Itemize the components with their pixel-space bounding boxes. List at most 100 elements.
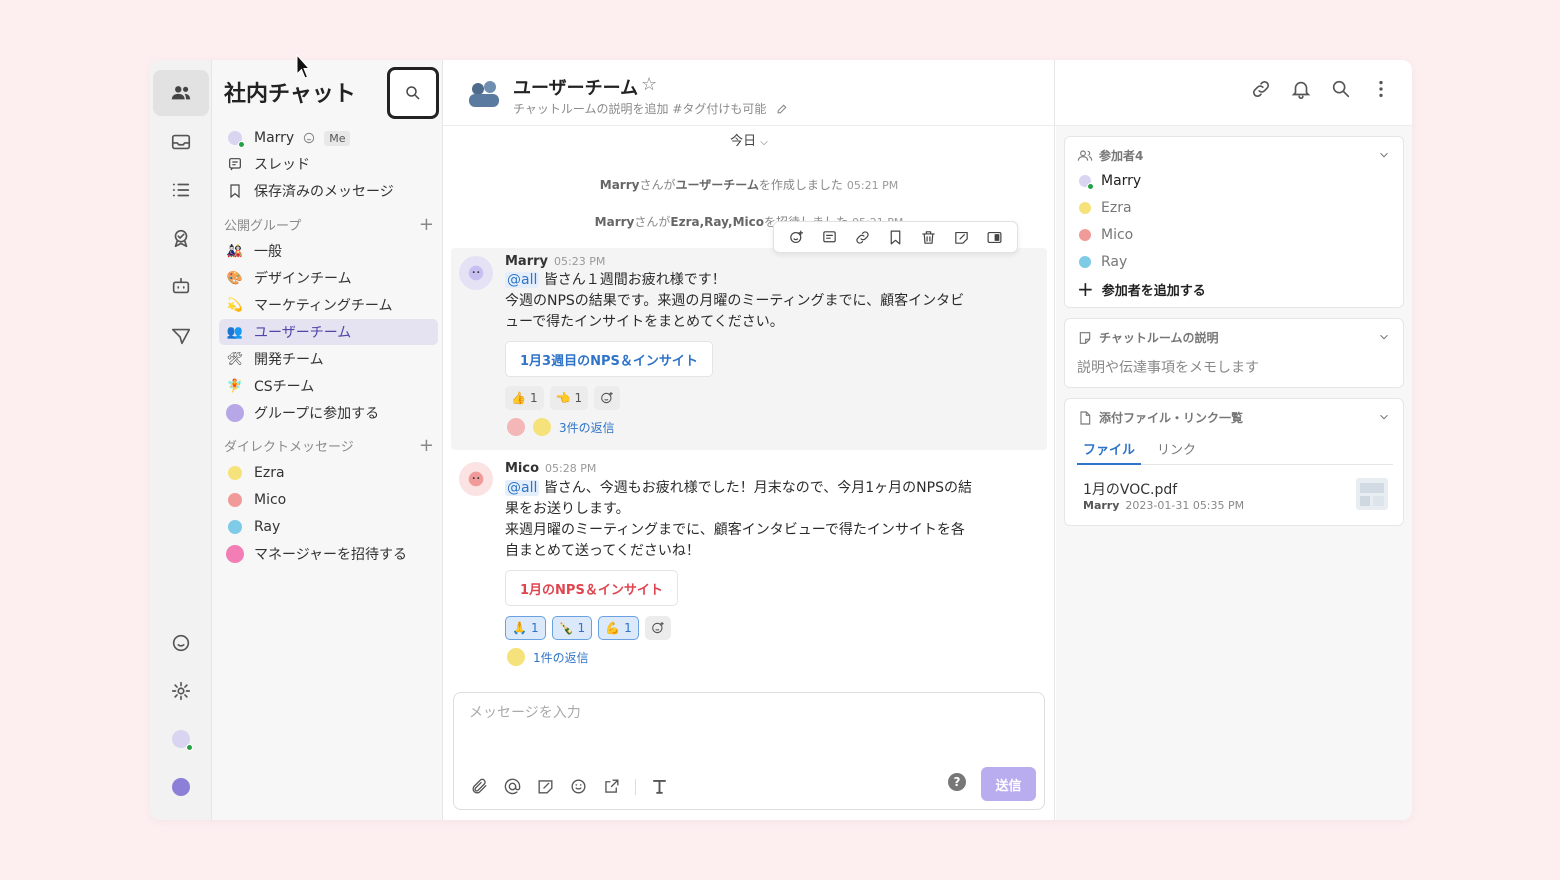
- emoji-icon[interactable]: [569, 777, 588, 796]
- rail-profile-button[interactable]: [153, 716, 209, 762]
- public-groups-title: 公開グループ: [224, 219, 302, 234]
- message-author[interactable]: Mico 05:28 PM: [505, 461, 596, 476]
- link-icon: [1252, 80, 1270, 98]
- search-icon: [406, 86, 420, 100]
- link-icon[interactable]: [854, 229, 871, 246]
- reaction-bottle[interactable]: 🍾 1: [551, 616, 593, 640]
- sidebar-item-invite-manager[interactable]: マネージャーを招待する: [219, 541, 438, 567]
- member-item[interactable]: Ezra: [1079, 200, 1132, 216]
- channel-description[interactable]: チャットルームの説明を追加 #タグ付けも可能: [513, 100, 789, 117]
- description-panel: チャットルームの説明 説明や伝達事項をメモします: [1064, 318, 1404, 388]
- sidebar-item-group[interactable]: 🛠 開発チーム: [219, 346, 438, 372]
- reply-thread-icon[interactable]: [821, 229, 838, 246]
- message-avatar[interactable]: [459, 256, 493, 290]
- thread-replies-link[interactable]: 3件の返信: [507, 418, 615, 436]
- add-reaction-button[interactable]: [594, 386, 621, 410]
- reaction-muscle[interactable]: 💪 1: [598, 616, 639, 640]
- member-item[interactable]: Mico: [1079, 227, 1133, 243]
- member-avatar: [1079, 175, 1094, 190]
- notification-button[interactable]: [1290, 78, 1312, 104]
- description-placeholder[interactable]: 説明や伝達事項をメモします: [1077, 357, 1259, 377]
- sidebar-search-button[interactable]: [387, 67, 439, 119]
- saved-label: 保存済みのメッセージ: [254, 184, 394, 200]
- sidebar-item-join-group[interactable]: グループに参加する: [219, 400, 438, 426]
- group-label: 一般: [254, 244, 282, 260]
- sidebar-item-me[interactable]: Marry Me: [219, 125, 438, 151]
- add-dm-button[interactable]: +: [419, 436, 434, 455]
- note-edit-icon[interactable]: [953, 229, 970, 246]
- rail-settings-button[interactable]: [153, 668, 209, 714]
- member-item[interactable]: Marry: [1079, 173, 1141, 190]
- text-format-icon[interactable]: [650, 777, 669, 796]
- at-mention-icon[interactable]: [503, 777, 522, 796]
- reaction-point[interactable]: 👈 1: [549, 386, 589, 410]
- member-name: Ray: [1101, 254, 1128, 270]
- members-header[interactable]: 参加者4: [1077, 147, 1143, 164]
- sidebar-item-group[interactable]: 🧚 CSチーム: [219, 373, 438, 399]
- rail-badge-button[interactable]: [153, 215, 209, 261]
- reaction-thumbs-up[interactable]: 👍 1: [505, 386, 544, 410]
- rail-inbox-button[interactable]: [153, 119, 209, 165]
- note-edit-icon[interactable]: [536, 777, 555, 796]
- rail-chat-button[interactable]: [153, 70, 209, 116]
- direct-messages-title: ダイレクトメッセージ: [224, 440, 354, 455]
- nps-card-link[interactable]: 1月3週目のNPS＆インサイト: [505, 341, 713, 377]
- bell-icon: [1291, 81, 1311, 99]
- sidebar-item-group[interactable]: 💫 マーケティングチーム: [219, 292, 438, 318]
- members-panel: 参加者4 Marry Ezra Mico Ray + 参加者を追加する: [1064, 136, 1404, 308]
- status-emoji-icon[interactable]: [302, 131, 316, 145]
- message-input[interactable]: [469, 705, 969, 721]
- rail-list-button[interactable]: [153, 167, 209, 213]
- me-badge: Me: [324, 130, 351, 146]
- help-button[interactable]: ?: [948, 773, 966, 791]
- file-thumbnail[interactable]: [1355, 477, 1389, 511]
- send-button[interactable]: 送信: [981, 767, 1036, 801]
- message-author[interactable]: Marry 05:23 PM: [505, 254, 605, 269]
- rail-bot-button[interactable]: [153, 263, 209, 309]
- sidebar-item-group[interactable]: 🎨 デザインチーム: [219, 265, 438, 291]
- paperclip-icon[interactable]: [470, 777, 489, 796]
- mention[interactable]: @all: [505, 480, 540, 496]
- sidebar-item-saved[interactable]: 保存済みのメッセージ: [219, 178, 438, 204]
- description-header[interactable]: チャットルームの説明: [1077, 329, 1219, 346]
- edit-icon[interactable]: [776, 102, 789, 115]
- date-separator[interactable]: 今日 ⌵: [443, 130, 1055, 149]
- tab-files[interactable]: ファイル: [1077, 439, 1142, 465]
- tab-links[interactable]: リンク: [1151, 439, 1202, 465]
- favorite-star-icon[interactable]: ☆: [641, 74, 657, 95]
- share-icon[interactable]: [602, 777, 621, 796]
- bookmark-icon[interactable]: [887, 229, 904, 246]
- add-reaction-button[interactable]: [644, 616, 671, 640]
- sidebar-item-threads[interactable]: スレッド: [219, 151, 438, 177]
- files-collapse-button[interactable]: [1377, 409, 1391, 423]
- add-group-button[interactable]: +: [419, 215, 434, 234]
- thread-replies-link[interactable]: 1件の返信: [507, 648, 589, 666]
- sidebar-item-group[interactable]: 👥 ユーザーチーム: [219, 319, 438, 345]
- rail-feedback-button[interactable]: [153, 620, 209, 666]
- more-button[interactable]: [1370, 78, 1392, 104]
- channel-search-button[interactable]: [1330, 78, 1352, 104]
- add-member-button[interactable]: + 参加者を追加する: [1077, 279, 1206, 299]
- description-collapse-button[interactable]: [1377, 329, 1391, 343]
- group-emoji-icon: 🎎: [226, 243, 244, 259]
- nps-card-link[interactable]: 1月のNPS＆インサイト: [505, 570, 678, 606]
- sidebar-item-dm[interactable]: Ezra: [219, 460, 438, 486]
- sidebar-item-group[interactable]: 🎎 一般: [219, 238, 438, 264]
- files-header[interactable]: 添付ファイル・リンク一覧: [1077, 409, 1243, 426]
- sidebar-item-dm[interactable]: Ray: [219, 514, 438, 540]
- members-collapse-button[interactable]: [1377, 147, 1391, 161]
- link-button[interactable]: [1250, 78, 1272, 104]
- chevron-down-icon: [1380, 334, 1388, 340]
- file-name[interactable]: 1月のVOC.pdf: [1083, 479, 1177, 499]
- reaction-pray[interactable]: 🙏 1: [505, 616, 546, 640]
- rail-workspace-button[interactable]: [153, 764, 209, 810]
- trash-icon[interactable]: [920, 229, 937, 246]
- rail-send-button[interactable]: [153, 313, 209, 359]
- message-body: @all 皆さん、今週もお疲れ様でした！月末なので、今月1ヶ月のNPSの結果をお…: [505, 480, 972, 559]
- member-item[interactable]: Ray: [1079, 254, 1127, 270]
- add-emoji-icon[interactable]: [788, 229, 805, 246]
- sidebar-item-dm[interactable]: Mico: [219, 487, 438, 513]
- mention[interactable]: @all: [505, 272, 540, 288]
- message-avatar[interactable]: [459, 462, 493, 496]
- panel-icon[interactable]: [986, 229, 1003, 246]
